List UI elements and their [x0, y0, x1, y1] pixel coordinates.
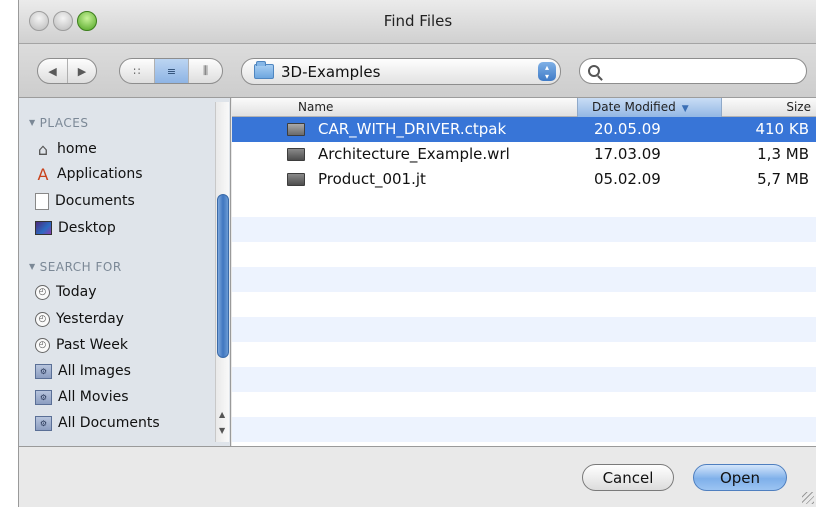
sidebar-item-label: Desktop — [58, 220, 116, 236]
smart-folder-icon: ⚙ — [35, 363, 52, 379]
file-size: 1,3 MB — [757, 145, 809, 163]
folder-icon — [254, 61, 274, 79]
title-bar[interactable]: Find Files — [19, 0, 816, 44]
sidebar-item-label: All Movies — [58, 389, 129, 405]
view-mode-control: ∷ ≡ ⫼ — [119, 58, 223, 84]
list-view-icon[interactable]: ≡ — [154, 59, 188, 83]
sidebar-item-label: home — [57, 141, 97, 157]
clock-icon: ◴ — [35, 311, 50, 327]
desktop-icon — [35, 221, 52, 235]
sidebar-item-label: All Images — [58, 363, 131, 379]
file-size: 410 KB — [755, 120, 809, 138]
places-header[interactable]: PLACES — [29, 116, 88, 130]
sidebar-item-yesterday[interactable]: ◴ Yesterday — [35, 307, 124, 331]
sidebar-item-documents[interactable]: Documents — [35, 189, 135, 213]
empty-row — [232, 217, 816, 242]
size-column-header[interactable]: Size — [786, 98, 811, 117]
file-icon — [287, 123, 305, 136]
file-date: 20.05.09 — [594, 120, 661, 138]
sidebar-item-home[interactable]: ⌂ home — [35, 137, 97, 161]
sidebar: PLACES ⌂ home A Applications Documents D… — [19, 98, 231, 446]
clock-icon: ◴ — [35, 337, 50, 353]
sidebar-scrollbar[interactable]: ▲ ▼ — [215, 102, 229, 442]
empty-row — [232, 317, 816, 342]
home-icon: ⌂ — [37, 139, 49, 159]
file-date: 17.03.09 — [594, 145, 661, 163]
column-view-icon[interactable]: ⫼ — [188, 59, 222, 83]
sidebar-item-label: Yesterday — [56, 311, 124, 327]
open-button[interactable]: Open — [693, 464, 787, 491]
popup-stepper-icon: ▴ ▾ — [538, 62, 556, 81]
file-name: Product_001.jt — [318, 170, 426, 188]
cancel-button[interactable]: Cancel — [582, 464, 674, 491]
sidebar-item-all-movies[interactable]: ⚙ All Movies — [35, 385, 129, 409]
file-name: CAR_WITH_DRIVER.ctpak — [318, 120, 507, 138]
find-files-dialog: Find Files ◀ ▶ ∷ ≡ ⫼ 3D-Examples ▴▾ PLAC… — [18, 0, 816, 507]
documents-icon — [35, 192, 49, 210]
sidebar-item-label: Past Week — [56, 337, 128, 353]
sidebar-item-all-images[interactable]: ⚙ All Images — [35, 359, 131, 383]
table-row[interactable]: Architecture_Example.wrl 17.03.09 1,3 MB — [232, 142, 816, 167]
forward-icon[interactable]: ▶ — [66, 59, 96, 83]
search-for-header[interactable]: SEARCH FOR — [29, 260, 122, 274]
clock-icon: ◴ — [35, 284, 50, 300]
file-list: Name Date Modified ▼ Size CAR_WITH_DRIVER… — [232, 98, 816, 446]
file-icon — [287, 148, 305, 161]
smart-folder-icon: ⚙ — [35, 415, 52, 431]
sidebar-item-label: Applications — [57, 166, 143, 182]
sidebar-scroll-thumb[interactable] — [217, 194, 229, 358]
back-icon[interactable]: ◀ — [38, 59, 67, 83]
empty-row — [232, 267, 816, 292]
sidebar-item-label: Documents — [55, 193, 135, 209]
search-input[interactable] — [606, 63, 796, 79]
applications-icon: A — [37, 164, 49, 184]
date-modified-label: Date Modified — [592, 100, 676, 114]
window-title: Find Files — [383, 12, 453, 30]
list-header: Name Date Modified ▼ Size — [232, 98, 816, 117]
icon-view-icon[interactable]: ∷ — [120, 59, 154, 83]
smart-folder-icon: ⚙ — [35, 389, 52, 405]
resize-grip-icon[interactable] — [802, 492, 814, 504]
sidebar-item-today[interactable]: ◴ Today — [35, 280, 97, 304]
empty-row — [232, 367, 816, 392]
sidebar-item-desktop[interactable]: Desktop — [35, 216, 116, 240]
sidebar-item-all-documents[interactable]: ⚙ All Documents — [35, 411, 160, 435]
sidebar-item-label: All Documents — [58, 415, 160, 431]
date-modified-column-header[interactable]: Date Modified ▼ — [577, 98, 722, 117]
file-name: Architecture_Example.wrl — [318, 145, 510, 163]
scroll-up-icon[interactable]: ▲ — [219, 410, 225, 419]
table-row[interactable]: Product_001.jt 05.02.09 5,7 MB — [232, 167, 816, 192]
button-bar: Cancel Open — [19, 446, 816, 507]
search-icon — [588, 65, 600, 77]
file-date: 05.02.09 — [594, 170, 661, 188]
empty-row — [232, 417, 816, 442]
file-size: 5,7 MB — [757, 170, 809, 188]
toolbar: ◀ ▶ ∷ ≡ ⫼ 3D-Examples ▴ ▾ — [19, 44, 816, 98]
sidebar-item-label: Today — [56, 284, 97, 300]
path-popup-button[interactable]: 3D-Examples ▴ ▾ — [241, 58, 561, 85]
table-row[interactable]: CAR_WITH_DRIVER.ctpak 20.05.09 410 KB — [232, 117, 816, 142]
navigation-control: ◀ ▶ — [37, 58, 97, 84]
current-folder-label: 3D-Examples — [281, 62, 381, 81]
search-field[interactable] — [579, 58, 807, 84]
sidebar-item-past-week[interactable]: ◴ Past Week — [35, 333, 128, 357]
sidebar-item-applications[interactable]: A Applications — [35, 162, 143, 186]
sort-descending-icon: ▼ — [681, 104, 689, 114]
file-icon — [287, 173, 305, 186]
name-column-header[interactable]: Name — [298, 98, 333, 117]
scroll-down-icon[interactable]: ▼ — [219, 426, 225, 435]
